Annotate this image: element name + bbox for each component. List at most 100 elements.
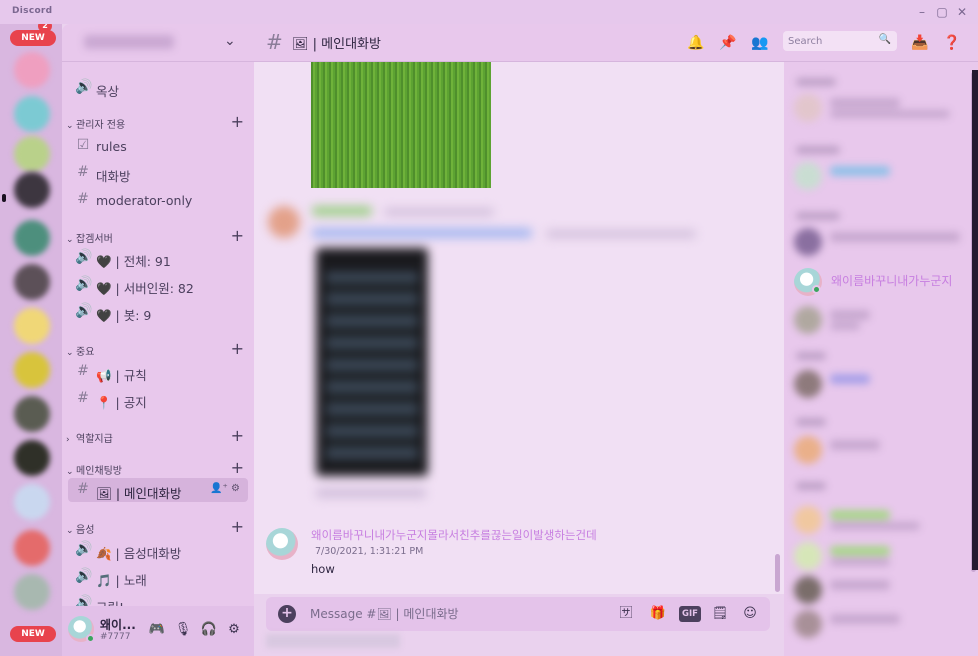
add-channel-icon[interactable]: + [231,112,244,131]
search-box[interactable]: 🔍 [783,31,897,51]
scrollbar[interactable] [775,554,780,592]
rules-channel[interactable]: ☑ rules [68,134,248,158]
search-input[interactable] [788,34,876,48]
new-badge-top[interactable]: NEW [10,30,56,46]
member-item[interactable]: 왜이름바꾸니내가누군지 [794,264,974,298]
channel-header: # 🖼 | 메인대화방 🔔 📌 👥 🔍 📥 ❓ [254,24,978,62]
category-header[interactable]: ⌄ 관리자 전용 + [66,112,244,132]
member-list-icon[interactable]: 👥 [750,33,770,53]
gif-button[interactable]: GIF [679,606,701,622]
server-header[interactable]: ⌄ [62,24,254,62]
unread-pip [2,194,6,202]
add-channel-icon[interactable]: + [231,339,244,358]
headphones-icon[interactable]: 🎧 [200,621,218,639]
maximize-icon[interactable]: ▢ [934,4,950,20]
gamepad-icon[interactable]: 🎮 [148,621,166,639]
sticker-icon[interactable]: 🗒 [710,604,730,624]
voice-channel[interactable]: 🔊 🎵 | 노래 [68,565,248,589]
chevron-down-icon[interactable]: ⌄ [224,33,236,49]
category-header[interactable]: ⌄ 잡겜서버 + [66,226,244,246]
add-channel-icon[interactable]: + [231,226,244,245]
message-author[interactable]: 왜이름바꾸니내가누군지몰라서친추를끊는일이발생하는건데 [311,527,597,543]
text-channel-active[interactable]: # 🖼 | 메인대화방 👤⁺ ⚙ [68,478,248,502]
checkbox-icon: ☑ [76,137,90,153]
server-icon[interactable] [14,136,50,172]
add-channel-icon[interactable]: + [231,426,244,445]
server-name [84,35,174,49]
channel-sidebar: ⌄ 🔊 옥상 ⌄ 관리자 전용 + ☑ rules # 대화방 # moderator-on… [62,24,254,656]
blurred-message [264,202,724,512]
settings-gear-icon[interactable]: ⚙ [225,621,243,639]
gift-icon[interactable]: 🎁 [648,604,668,624]
server-icon[interactable] [14,308,50,344]
help-icon[interactable]: ❓ [942,33,962,53]
blurred-members [784,62,978,656]
invite-icon[interactable]: 👤⁺ [210,483,228,494]
text-channel[interactable]: # moderator-only [68,188,248,212]
server-icon[interactable] [14,352,50,388]
translate-icon[interactable]: 🈂 [616,604,636,624]
microphone-icon[interactable]: 🎙 [174,621,192,639]
text-channel[interactable]: # 📢 | 규칙 [68,360,248,384]
online-status-icon [86,634,95,643]
new-badge-bottom[interactable]: NEW [10,626,56,642]
voice-channel[interactable]: 🔊 🍂 | 음성대화방 [68,538,248,562]
server-icon[interactable] [14,574,50,610]
category-header[interactable]: ⌄ 중요 + [66,339,244,359]
hash-icon: # [77,363,89,379]
member-list: 왜이름바꾸니내가누군지 [784,62,978,656]
hash-icon: # [77,390,89,406]
category-header[interactable]: ⌄ 메인채팅방 + [66,458,244,478]
channel-title: 🖼 | 메인대화방 [292,37,381,52]
bell-icon[interactable]: 🔔 [686,33,706,53]
voice-channel[interactable]: 🔊 🖤 | 전체: 91 [68,246,248,270]
server-icon[interactable] [14,172,50,208]
pin-icon[interactable]: 📌 [718,33,738,53]
chevron-down-icon: ⌄ [66,235,74,245]
inbox-icon[interactable]: 📥 [910,33,930,53]
category-header[interactable]: › 역할지급 + [66,426,244,446]
hash-icon: # [77,164,89,180]
server-icon[interactable] [14,396,50,432]
add-channel-icon[interactable]: + [231,517,244,536]
add-attachment-button[interactable]: + [278,605,296,623]
server-icon[interactable] [14,530,50,566]
category-header[interactable]: ⌄ 음성 + [66,517,244,537]
message-composer: + 🈂 🎁 GIF 🗒 ☺ [266,597,770,631]
voice-channel[interactable]: 🔊 옥상 [68,76,248,100]
title-bar: Discord – ▢ ✕ [0,0,978,24]
gear-icon[interactable]: ⚙ [231,483,240,494]
add-channel-icon[interactable]: + [231,458,244,477]
hash-icon: # [266,30,283,54]
server-icon[interactable] [14,220,50,256]
emoji-icon[interactable]: ☺ [740,604,760,624]
voice-channel[interactable]: 🔊 🖤 | 봇: 9 [68,300,248,324]
text-channel[interactable]: # 📍 | 공지 [68,387,248,411]
hash-icon: # [77,191,89,207]
message-list: 왜이름바꾸니내가누군지몰라서친추를끊는일이발생하는건데 7/30/2021, 1… [254,62,784,594]
user-name: 왜이... [100,618,136,632]
chevron-down-icon: ⌄ [66,121,74,131]
avatar[interactable] [266,528,298,560]
attached-image[interactable] [311,62,491,188]
voice-channel[interactable]: 🔊 🖤 | 서버인원: 82 [68,273,248,297]
window-edge [972,70,978,570]
chevron-down-icon: ⌄ [66,526,74,536]
speaker-icon: 🔊 [75,249,93,265]
server-rail: NEW 2 NEW [0,24,62,656]
message-input[interactable] [310,606,600,622]
text-channel[interactable]: # 대화방 [68,161,248,185]
server-icon[interactable] [14,52,50,88]
message-timestamp: 7/30/2021, 1:31:21 PM [315,546,424,557]
server-icon[interactable] [14,264,50,300]
server-icon[interactable] [14,440,50,476]
minimize-icon[interactable]: – [914,4,930,20]
chevron-down-icon: ⌄ [66,348,74,358]
typing-indicator [266,634,400,648]
speaker-icon: 🔊 [75,79,93,95]
user-tag: #7777 [100,632,131,642]
server-icon[interactable] [14,484,50,520]
app-brand: Discord [12,6,53,16]
close-icon[interactable]: ✕ [954,4,970,20]
server-icon[interactable] [14,96,50,132]
